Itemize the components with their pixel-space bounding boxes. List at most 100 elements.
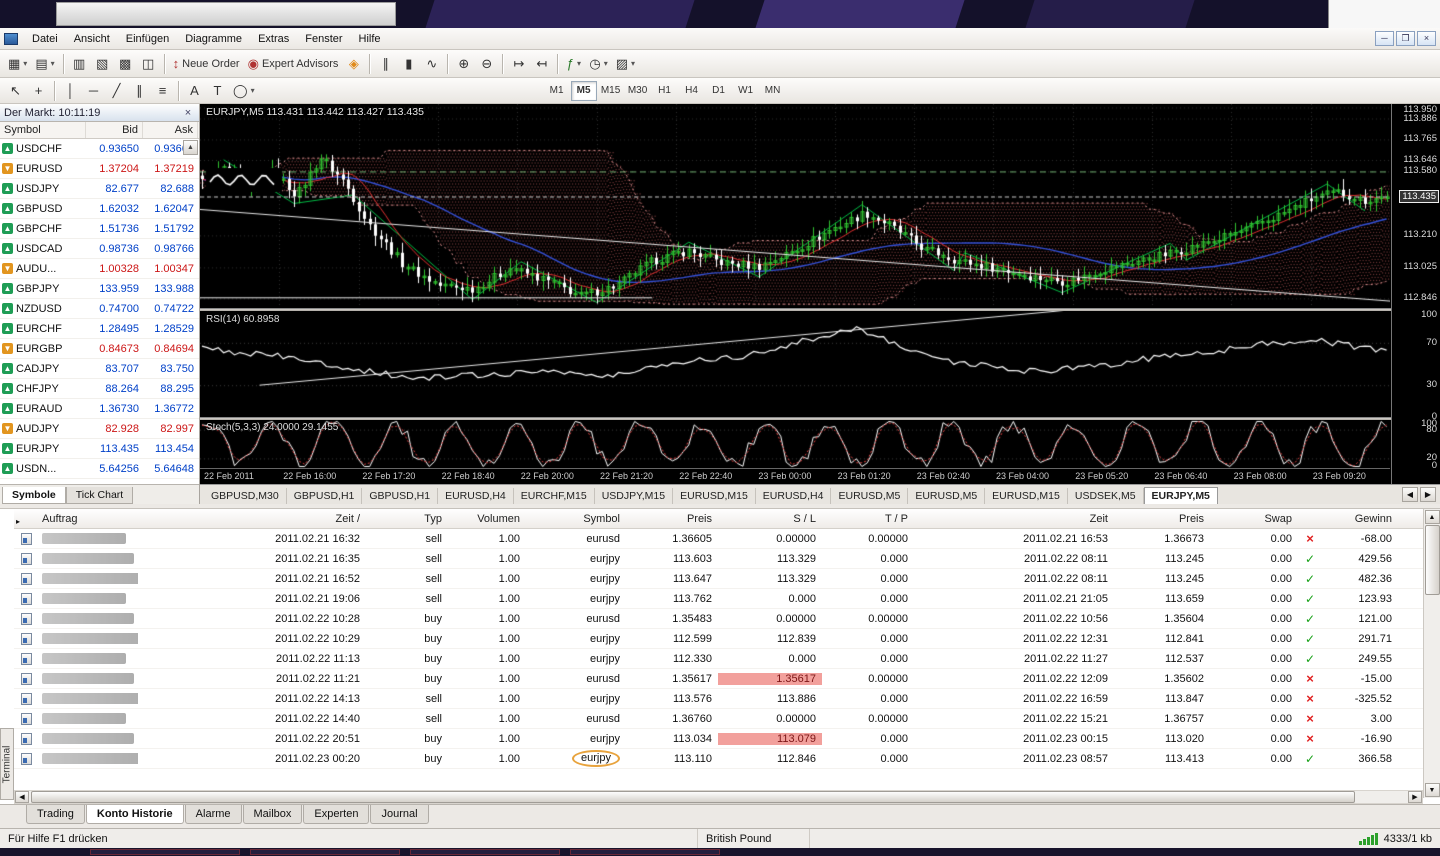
mw-row-chfjpy[interactable]: ▲CHFJPY88.26488.295 (0, 379, 199, 399)
terminal-tab-experten[interactable]: Experten (303, 805, 369, 824)
mw-row-usdn[interactable]: ▲USDN...5.642565.64648 (0, 459, 199, 479)
chart-bars-button[interactable]: ∥ (374, 53, 397, 75)
terminal-collapse-icon[interactable]: ▸ (16, 517, 20, 526)
label-tool[interactable]: T (206, 80, 229, 102)
cursor-tool[interactable]: ↖ (4, 80, 27, 102)
chart-tab-eurusd-m15[interactable]: EURUSD,M15 (985, 488, 1068, 504)
stochastic-pane-canvas[interactable] (200, 420, 1390, 468)
timeframe-h1[interactable]: H1 (652, 81, 678, 101)
market-watch-close-icon[interactable]: × (181, 107, 195, 119)
mw-row-eurjpy[interactable]: ▲EURJPY113.435113.454 (0, 439, 199, 459)
menu-ansicht[interactable]: Ansicht (66, 31, 118, 47)
mw-row-usdjpy[interactable]: ▲USDJPY82.67782.688 (0, 179, 199, 199)
mw-column-ask[interactable]: Ask (143, 122, 198, 138)
terminal-tab-konto-historie[interactable]: Konto Historie (86, 805, 184, 824)
mw-row-cadjpy[interactable]: ▲CADJPY83.70783.750 (0, 359, 199, 379)
history-row[interactable]: 2011.02.22 11:21buy1.00eurusd1.356171.35… (14, 669, 1423, 689)
history-row[interactable]: 2011.02.23 00:20buy1.00eurjpy113.110112.… (14, 749, 1423, 769)
trendline-tool[interactable]: ╱ (105, 80, 128, 102)
strategy-tester-toggle[interactable]: ◫ (137, 53, 160, 75)
templates-button[interactable]: ▨▾ (612, 53, 639, 75)
new-chart-dropdown-icon[interactable]: ▾ (23, 59, 27, 68)
menu-einf-gen[interactable]: Einfügen (118, 31, 177, 47)
taskbar-item[interactable] (410, 849, 560, 855)
rsi-pane-canvas[interactable] (200, 311, 1390, 417)
terminal-tab-journal[interactable]: Journal (370, 805, 428, 824)
terminal-column-preis-6[interactable]: Preis (626, 513, 718, 525)
terminal-column-t-p-8[interactable]: T / P (822, 513, 914, 525)
mw-row-euraud[interactable]: ▲EURAUD1.367301.36772 (0, 399, 199, 419)
terminal-column-preis-10[interactable]: Preis (1114, 513, 1210, 525)
history-row[interactable]: 2011.02.22 14:40sell1.00eurusd1.367600.0… (14, 709, 1423, 729)
menu-datei[interactable]: Datei (24, 31, 66, 47)
vertical-line-tool[interactable]: │ (59, 80, 82, 102)
neue-order-button[interactable]: ↕Neue Order (169, 53, 244, 75)
mw-row-gbpchf[interactable]: ▲GBPCHF1.517361.51792 (0, 219, 199, 239)
mw-row-gbpusd[interactable]: ▲GBPUSD1.620321.62047 (0, 199, 199, 219)
history-row[interactable]: 2011.02.21 16:52sell1.00eurjpy113.647113… (14, 569, 1423, 589)
chart-tab-eurusd-m15[interactable]: EURUSD,M15 (673, 488, 756, 504)
mw-row-eurchf[interactable]: ▲EURCHF1.284951.28529 (0, 319, 199, 339)
menu-extras[interactable]: Extras (250, 31, 297, 47)
timeframe-m30[interactable]: M30 (625, 81, 651, 101)
history-row[interactable]: 2011.02.21 16:35sell1.00eurjpy113.603113… (14, 549, 1423, 569)
shapes-tool[interactable]: ◯▾ (229, 80, 259, 102)
history-row[interactable]: 2011.02.21 16:32sell1.00eurusd1.366050.0… (14, 529, 1423, 549)
close-button[interactable]: × (1417, 31, 1436, 46)
terminal-column-auftrag-1[interactable]: Auftrag (38, 513, 138, 525)
menu-fenster[interactable]: Fenster (297, 31, 350, 47)
expert-advisors-button[interactable]: ◉Expert Advisors (244, 53, 343, 75)
mw-tab-symbole[interactable]: Symbole (2, 487, 66, 504)
chart-tab-eurjpy-m5[interactable]: EURJPY,M5 (1144, 487, 1218, 504)
chart-tab-gbpusd-h1[interactable]: GBPUSD,H1 (362, 488, 438, 504)
taskbar-item[interactable] (250, 849, 400, 855)
timeframe-m5[interactable]: M5 (571, 81, 597, 101)
timeframe-w1[interactable]: W1 (733, 81, 759, 101)
attach-expert-button[interactable]: ◈ (342, 53, 365, 75)
profiles-dropdown-icon[interactable]: ▾ (51, 59, 55, 68)
chart-tab-usdsek-m5[interactable]: USDSEK,M5 (1068, 488, 1144, 504)
scroll-left-icon[interactable]: ◀ (15, 791, 29, 803)
terminal-column-gewinn-13[interactable]: Gewinn (1322, 513, 1398, 525)
main-chart-canvas[interactable] (200, 104, 1390, 308)
chart-tab-eurusd-h4[interactable]: EURUSD,H4 (756, 488, 832, 504)
terminal-column-symbol-5[interactable]: Symbol (526, 513, 626, 525)
terminal-column-s-l-7[interactable]: S / L (718, 513, 822, 525)
restore-button[interactable]: ❐ (1396, 31, 1415, 46)
terminal-column-swap-11[interactable]: Swap (1210, 513, 1298, 525)
mw-row-usdcad[interactable]: ▲USDCAD0.987360.98766 (0, 239, 199, 259)
profiles-button[interactable]: ▤▾ (31, 53, 58, 75)
chart-shift-button[interactable]: ↤ (530, 53, 553, 75)
chart-tab-gbpusd-h1[interactable]: GBPUSD,H1 (287, 488, 363, 504)
timeframe-h4[interactable]: H4 (679, 81, 705, 101)
terminal-side-tab[interactable]: Terminal (0, 728, 14, 800)
terminal-tab-mailbox[interactable]: Mailbox (243, 805, 303, 824)
periods-dropdown-icon[interactable]: ▾ (604, 59, 608, 68)
vertical-scrollbar[interactable]: ▲ ▼ (1423, 509, 1440, 798)
timeframe-m1[interactable]: M1 (544, 81, 570, 101)
timeframe-d1[interactable]: D1 (706, 81, 732, 101)
mw-row-gbpjpy[interactable]: ▲GBPJPY133.959133.988 (0, 279, 199, 299)
market-watch-scroll-up-button[interactable]: ▲ (183, 140, 198, 155)
zoom-out-button[interactable]: ⊖ (475, 53, 498, 75)
mw-row-usdchf[interactable]: ▲USDCHF0.936500.93666 (0, 139, 199, 159)
mw-row-eurgbp[interactable]: ▼EURGBP0.846730.84694 (0, 339, 199, 359)
chart-tab-scroll-right-icon[interactable]: ▶ (1420, 487, 1436, 502)
chart-tab-scroll-left-icon[interactable]: ◀ (1402, 487, 1418, 502)
menu-diagramme[interactable]: Diagramme (177, 31, 250, 47)
mw-row-audjpy[interactable]: ▼AUDJPY82.92882.997 (0, 419, 199, 439)
chart-tab-eurusd-m5[interactable]: EURUSD,M5 (908, 488, 985, 504)
pane-separator[interactable] (200, 308, 1440, 311)
vscroll-thumb[interactable] (1425, 525, 1440, 595)
mw-column-symbol[interactable]: Symbol (0, 122, 86, 138)
shapes-dropdown-icon[interactable]: ▾ (251, 86, 255, 95)
hscroll-thumb[interactable] (31, 791, 1355, 803)
periods-button[interactable]: ◷▾ (585, 53, 611, 75)
horizontal-line-tool[interactable]: ─ (82, 80, 105, 102)
horizontal-scrollbar[interactable]: ◀ ▶ (14, 790, 1423, 804)
history-row[interactable]: 2011.02.22 14:13sell1.00eurjpy113.576113… (14, 689, 1423, 709)
fibonacci-tool[interactable]: ≡ (151, 80, 174, 102)
history-row[interactable]: 2011.02.22 20:51buy1.00eurjpy113.034113.… (14, 729, 1423, 749)
templates-dropdown-icon[interactable]: ▾ (631, 59, 635, 68)
taskbar-item[interactable] (90, 849, 240, 855)
